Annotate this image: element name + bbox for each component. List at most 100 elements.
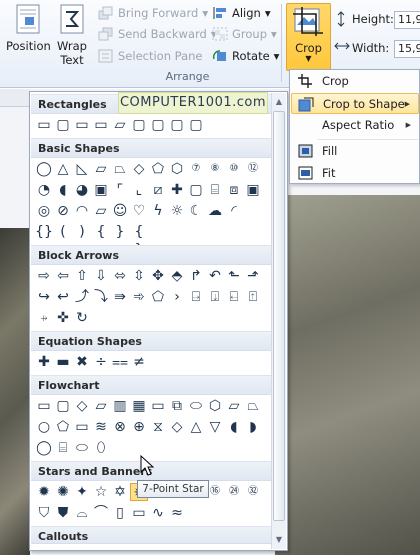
curved-down-ribbon-shape[interactable]: ⌒: [92, 504, 110, 522]
merge-shape[interactable]: ▽: [206, 418, 224, 436]
24-point-star-shape[interactable]: ㉔: [225, 483, 243, 501]
snip-round-rectangle-shape[interactable]: ▢: [130, 116, 148, 134]
curved-down-arrow-shape[interactable]: ⤵: [92, 288, 110, 306]
snip-corner-rectangle-shape[interactable]: ▭: [73, 116, 91, 134]
multiply-sign-shape[interactable]: ✖: [73, 353, 91, 371]
quad-arrow-shape[interactable]: ✥: [149, 267, 167, 285]
moon-shape[interactable]: ☾: [187, 202, 205, 220]
menu-item-fill[interactable]: Fill: [291, 141, 419, 162]
picture-left-edge[interactable]: [0, 228, 30, 555]
sun-shape[interactable]: ☼: [168, 202, 186, 220]
alternate-process-shape[interactable]: ▢: [54, 397, 72, 415]
parallelogram-shape[interactable]: ▱: [92, 160, 110, 178]
octagon-shape[interactable]: ⑧: [206, 160, 224, 178]
decision-shape[interactable]: ◇: [73, 397, 91, 415]
u-turn-arrow-shape[interactable]: ↶: [206, 267, 224, 285]
crop-button[interactable]: Crop ▼: [286, 3, 331, 71]
frame-shape[interactable]: ▣: [92, 181, 110, 199]
rectangle-shape[interactable]: ▭: [35, 116, 53, 134]
plus-sign-shape[interactable]: ✚: [35, 353, 53, 371]
manual-operation-shape[interactable]: ⏢: [244, 397, 262, 415]
folded-corner-shape[interactable]: ▱: [92, 202, 110, 220]
circular-arrow-shape[interactable]: ↻: [73, 309, 91, 327]
left-right-arrow-callout-shape[interactable]: ⍆: [35, 309, 53, 327]
double-brace-shape[interactable]: { }: [130, 223, 148, 258]
plaque-shape[interactable]: ▢: [187, 181, 205, 199]
can-shape[interactable]: ⌸: [206, 181, 224, 199]
snip-diagonal-rectangle-shape[interactable]: ▱: [111, 116, 129, 134]
off-page-connector-shape[interactable]: ⬠: [54, 418, 72, 436]
decagon-shape[interactable]: ⑩: [225, 160, 243, 178]
equal-sign-shape[interactable]: ⩵: [111, 353, 129, 371]
picture-right-edge[interactable]: [275, 195, 420, 555]
vertical-scroll-shape[interactable]: ▯: [111, 504, 129, 522]
right-brace-shape[interactable]: }: [111, 223, 129, 241]
round-same-side-rectangle-shape[interactable]: ▢: [168, 116, 186, 134]
arc-shape[interactable]: ◜: [225, 202, 243, 220]
double-wave-shape[interactable]: ≈: [168, 504, 186, 522]
bent-arrow-shape[interactable]: ↱: [187, 267, 205, 285]
down-ribbon-shape[interactable]: ⛊: [54, 504, 72, 522]
4-point-star-shape[interactable]: ✦: [73, 483, 91, 501]
trapezoid-shape[interactable]: ⏢: [111, 160, 129, 178]
lightning-bolt-shape[interactable]: ϟ: [149, 202, 167, 220]
minus-sign-shape[interactable]: ▬: [54, 353, 72, 371]
diamond-shape[interactable]: ◇: [130, 160, 148, 178]
round-corner-rectangle-shape[interactable]: ▢: [149, 116, 167, 134]
plus-shape[interactable]: ✚: [168, 181, 186, 199]
cloud-shape[interactable]: ☁: [206, 202, 224, 220]
preparation-shape[interactable]: ⬡: [206, 397, 224, 415]
left-right-arrow-shape[interactable]: ⬄: [111, 267, 129, 285]
or-shape[interactable]: ⊕: [130, 418, 148, 436]
magnetic-disk-shape[interactable]: ⌸: [54, 439, 72, 457]
pentagon-shape[interactable]: ⬠: [149, 160, 167, 178]
left-right-up-arrow-shape[interactable]: ⬘: [168, 267, 186, 285]
scroll-down-icon[interactable]: ▼: [273, 533, 285, 547]
height-field[interactable]: 11,94: [394, 11, 420, 29]
menu-item-fit[interactable]: Fit: [291, 163, 419, 184]
explosion-2-shape[interactable]: ✺: [54, 483, 72, 501]
extract-shape[interactable]: △: [187, 418, 205, 436]
heart-shape[interactable]: ♡: [130, 202, 148, 220]
position-button[interactable]: Position: [6, 4, 51, 53]
document-shape[interactable]: ▭: [149, 397, 167, 415]
smiley-face-shape[interactable]: ☺: [111, 202, 129, 220]
bent-up-arrow-shape[interactable]: ⬏: [244, 267, 262, 285]
align-button[interactable]: Align ▾: [212, 3, 271, 23]
chevron-shape[interactable]: ›: [168, 288, 186, 306]
hexagon-shape[interactable]: ⬡: [168, 160, 186, 178]
punched-tape-shape[interactable]: ≋: [92, 418, 110, 436]
up-ribbon-shape[interactable]: ⛉: [35, 504, 53, 522]
stored-data-shape[interactable]: ◖: [225, 418, 243, 436]
sort-shape[interactable]: ◇: [168, 418, 186, 436]
cube-shape[interactable]: ⧈: [225, 181, 243, 199]
pentagon-arrow-shape[interactable]: ⬠: [149, 288, 167, 306]
6-point-star-shape[interactable]: ✡: [111, 483, 129, 501]
terminator-shape[interactable]: ⬭: [187, 397, 205, 415]
right-arrow-shape[interactable]: ⇨: [35, 267, 53, 285]
division-sign-shape[interactable]: ÷: [92, 353, 110, 371]
manual-input-shape[interactable]: ⏥: [225, 397, 243, 415]
double-bracket-shape[interactable]: {}: [35, 223, 53, 241]
right-bracket-shape[interactable]: ): [73, 223, 91, 241]
horizontal-scroll-shape[interactable]: ▭: [130, 504, 148, 522]
multidocument-shape[interactable]: ⧉: [168, 397, 186, 415]
process-shape[interactable]: ▭: [35, 397, 53, 415]
left-arrow-shape[interactable]: ⇦: [54, 267, 72, 285]
right-triangle-shape[interactable]: ◺: [73, 160, 91, 178]
display-shape[interactable]: ⬯: [92, 439, 110, 457]
left-brace-shape[interactable]: {: [92, 223, 110, 241]
send-backward-button[interactable]: Send Backward ▾: [98, 24, 217, 44]
bring-forward-button[interactable]: Bring Forward ▾: [98, 3, 208, 23]
menu-item-crop[interactable]: Crop: [291, 71, 419, 92]
scroll-up-icon[interactable]: ▲: [273, 95, 285, 109]
diagonal-stripe-shape[interactable]: ⧄: [149, 181, 167, 199]
data-shape[interactable]: ▱: [92, 397, 110, 415]
curved-up-arrow-shape[interactable]: ⤴: [73, 288, 91, 306]
direct-access-storage-shape[interactable]: ⬭: [73, 439, 91, 457]
wrap-text-button[interactable]: Wrap Text: [52, 4, 92, 67]
predefined-process-shape[interactable]: ▥: [111, 397, 129, 415]
half-frame-shape[interactable]: ⌜: [111, 181, 129, 199]
notched-right-arrow-shape[interactable]: ➾: [130, 288, 148, 306]
chord-shape[interactable]: ◖: [54, 181, 72, 199]
